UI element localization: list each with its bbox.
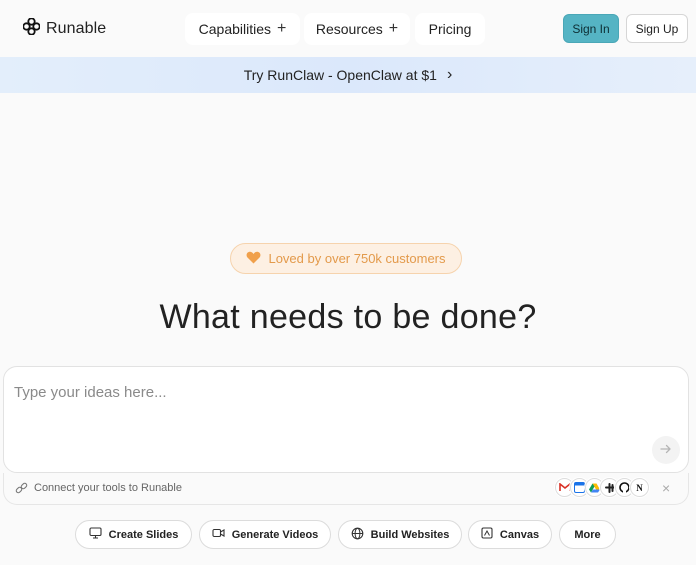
page-title: What needs to be done? <box>159 298 537 336</box>
heart-icon <box>246 251 261 267</box>
close-icon[interactable]: × <box>662 480 670 496</box>
social-proof-badge: Loved by over 750k customers <box>230 243 462 274</box>
nav-item-label: Resources <box>315 21 383 37</box>
prompt-input[interactable] <box>14 379 634 405</box>
send-button[interactable] <box>652 436 680 464</box>
quick-actions: Create Slides Generate Videos Build Webs… <box>0 520 696 549</box>
top-navbar: Runable Capabilities + Resources + Prici… <box>0 0 696 57</box>
generate-videos-chip[interactable]: Generate Videos <box>199 520 331 549</box>
plus-icon: + <box>388 20 399 37</box>
sign-in-button[interactable]: Sign In <box>563 14 619 43</box>
chip-label: Generate Videos <box>231 528 319 541</box>
connect-tools-bar[interactable]: Connect your tools to Runable N × <box>3 473 689 505</box>
prompt-box <box>3 366 689 473</box>
create-slides-chip[interactable]: Create Slides <box>75 520 192 549</box>
video-icon <box>212 528 225 541</box>
canvas-chip[interactable]: Canvas <box>468 520 552 549</box>
integration-icons[interactable]: N <box>555 478 649 497</box>
build-websites-chip[interactable]: Build Websites <box>338 520 462 549</box>
brand-name: Runable <box>46 20 107 37</box>
chip-label: More <box>574 528 601 541</box>
chevron-right-icon: › <box>446 66 453 83</box>
brand-logo[interactable]: Runable <box>22 17 107 40</box>
canvas-icon <box>481 527 493 542</box>
connect-tools-text: Connect your tools to Runable <box>34 482 182 494</box>
promo-banner-text: Try RunClaw - OpenClaw at $1 <box>243 67 437 83</box>
chip-label: Build Websites <box>370 528 450 541</box>
nav-item-resources[interactable]: Resources + <box>304 13 410 45</box>
nav-item-label: Capabilities <box>198 21 272 37</box>
more-chip[interactable]: More <box>559 520 616 549</box>
runable-logo-icon <box>22 17 41 40</box>
notion-icon: N <box>630 478 649 497</box>
chip-label: Create Slides <box>108 528 179 541</box>
arrow-right-icon <box>660 441 672 459</box>
nav-item-pricing[interactable]: Pricing <box>415 13 485 45</box>
slides-icon <box>89 527 102 542</box>
chip-label: Canvas <box>499 528 540 541</box>
sign-up-button[interactable]: Sign Up <box>626 14 688 43</box>
globe-icon <box>351 527 364 543</box>
badge-text: Loved by over 750k customers <box>268 251 446 266</box>
nav-item-label: Pricing <box>428 21 472 37</box>
plus-icon: + <box>277 20 287 37</box>
nav-item-capabilities[interactable]: Capabilities + <box>185 13 300 45</box>
promo-banner[interactable]: Try RunClaw - OpenClaw at $1 › <box>0 57 696 93</box>
link-icon <box>15 482 28 500</box>
